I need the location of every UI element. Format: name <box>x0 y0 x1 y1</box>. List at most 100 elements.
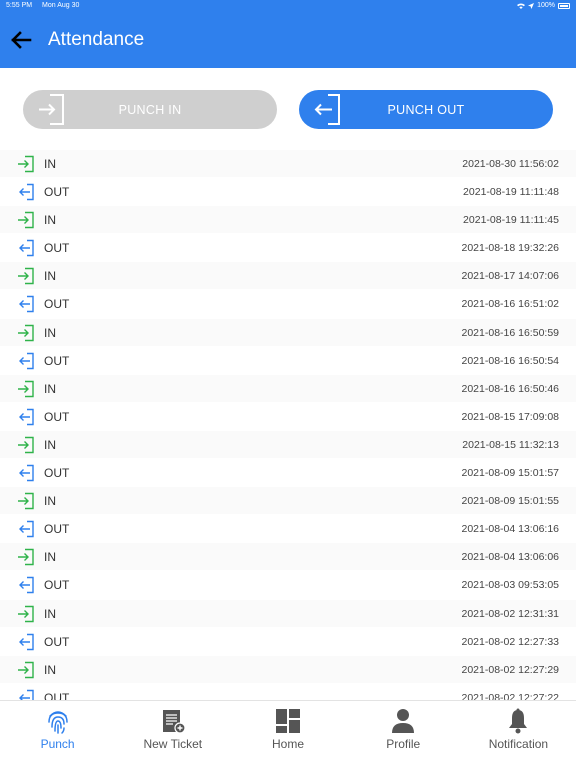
record-type: OUT <box>44 297 70 312</box>
punch-out-button[interactable]: PUNCH OUT <box>299 90 553 129</box>
attendance-row: IN 2021-08-15 11:32:13 <box>0 430 576 460</box>
tab-notification-label: Notification <box>488 737 549 751</box>
login-icon <box>18 268 34 285</box>
logout-icon <box>19 183 34 201</box>
login-icon <box>18 380 34 397</box>
record-type: IN <box>44 325 56 340</box>
attendance-row: IN 2021-08-02 12:31:31 <box>0 599 576 628</box>
logout-icon <box>19 464 34 482</box>
record-timestamp: 2021-08-02 12:27:22 <box>461 691 560 700</box>
record-type: OUT <box>44 185 70 200</box>
attendance-row: OUT 2021-08-16 16:50:54 <box>0 346 576 375</box>
attendance-row: OUT 2021-08-03 09:53:05 <box>0 571 576 600</box>
ticket-icon <box>162 710 186 734</box>
attendance-row: IN 2021-08-09 15:01:55 <box>0 487 576 516</box>
record-type: OUT <box>44 241 70 256</box>
attendance-row: IN 2021-08-19 11:11:45 <box>0 206 576 235</box>
record-type: OUT <box>44 409 70 424</box>
record-timestamp: 2021-08-16 16:50:46 <box>461 382 560 395</box>
status-bar: 5:55 PM Mon Aug 30 100% <box>0 0 576 12</box>
back-button[interactable] <box>8 28 34 52</box>
attendance-row: OUT 2021-08-04 13:06:16 <box>0 515 576 544</box>
record-type: OUT <box>44 353 70 368</box>
login-icon <box>18 324 34 341</box>
attendance-row: IN 2021-08-04 13:06:06 <box>0 543 576 572</box>
logout-icon <box>19 240 34 257</box>
record-timestamp: 2021-08-16 16:51:02 <box>461 298 560 311</box>
tab-home[interactable]: Home <box>230 701 345 768</box>
login-icon <box>18 436 34 454</box>
record-type: IN <box>44 494 56 509</box>
attendance-row: OUT 2021-08-09 15:01:57 <box>0 459 576 488</box>
logout-icon <box>19 577 34 594</box>
login-icon <box>18 492 34 510</box>
record-type: OUT <box>44 634 70 649</box>
record-type: IN <box>44 269 56 284</box>
logout-icon <box>19 352 34 369</box>
record-timestamp: 2021-08-02 12:27:29 <box>461 663 560 676</box>
tab-new-ticket[interactable]: New Ticket <box>115 701 230 768</box>
record-type: IN <box>44 662 56 677</box>
attendance-row: OUT 2021-08-02 12:27:33 <box>0 627 576 656</box>
record-type: IN <box>44 606 56 621</box>
arrow-left-icon <box>11 31 32 49</box>
fingerprint-icon <box>47 711 68 734</box>
logout-icon <box>19 633 34 650</box>
tab-punch-label: Punch <box>40 737 75 751</box>
attendance-row: IN 2021-08-30 11:56:02 <box>0 150 576 179</box>
page-title: Attendance <box>48 29 145 50</box>
logout-icon <box>19 408 34 426</box>
person-icon <box>392 709 415 733</box>
tab-new-ticket-label: New Ticket <box>143 737 203 751</box>
record-timestamp: 2021-08-19 11:11:45 <box>463 214 559 227</box>
punch-in-button[interactable]: PUNCH IN <box>23 90 277 129</box>
record-timestamp: 2021-08-16 16:50:54 <box>461 354 560 367</box>
attendance-row: IN 2021-08-16 16:50:46 <box>0 374 576 403</box>
logout-icon <box>19 521 34 538</box>
record-timestamp: 2021-08-16 16:50:59 <box>461 326 560 339</box>
record-timestamp: 2021-08-17 14:07:06 <box>461 270 560 283</box>
status-date: Mon Aug 30 <box>42 2 80 9</box>
tab-punch[interactable]: Punch <box>0 701 115 768</box>
tab-profile-label: Profile <box>386 737 421 751</box>
location-icon <box>528 3 535 9</box>
login-icon <box>18 549 34 566</box>
attendance-row: OUT 2021-08-18 19:32:26 <box>0 234 576 263</box>
record-timestamp: 2021-08-09 15:01:55 <box>461 495 560 508</box>
tab-notification[interactable]: Notification <box>461 701 576 768</box>
record-type: OUT <box>44 466 70 481</box>
login-icon <box>18 661 34 678</box>
record-type: IN <box>44 550 56 565</box>
wifi-icon <box>517 3 526 9</box>
record-type: IN <box>44 437 56 452</box>
attendance-row: IN 2021-08-17 14:07:06 <box>0 262 576 291</box>
logout-icon <box>19 689 34 700</box>
battery-percent: 100% <box>537 2 555 9</box>
record-timestamp: 2021-08-03 09:53:05 <box>461 579 560 592</box>
record-timestamp: 2021-08-02 12:31:31 <box>461 607 560 620</box>
app-header: 5:55 PM Mon Aug 30 100% Attendance <box>0 0 576 68</box>
attendance-row: OUT 2021-08-16 16:51:02 <box>0 290 576 319</box>
record-type: IN <box>44 381 56 396</box>
tab-bar: Punch New Ticket Home Profile Notificati… <box>0 700 576 768</box>
logout-icon <box>19 296 34 313</box>
record-type: OUT <box>44 522 70 537</box>
record-timestamp: 2021-08-04 13:06:16 <box>461 523 560 536</box>
record-timestamp: 2021-08-30 11:56:02 <box>462 158 559 170</box>
record-type: OUT <box>44 690 70 700</box>
attendance-row: OUT 2021-08-19 11:11:48 <box>0 178 576 207</box>
bell-icon <box>509 708 528 734</box>
attendance-row: IN 2021-08-16 16:50:59 <box>0 318 576 347</box>
record-timestamp: 2021-08-15 11:32:13 <box>462 438 559 451</box>
battery-icon <box>558 3 570 9</box>
record-timestamp: 2021-08-18 19:32:26 <box>461 242 560 255</box>
tab-profile[interactable]: Profile <box>346 701 461 768</box>
tab-home-label: Home <box>272 737 305 751</box>
grid-icon <box>276 709 300 733</box>
status-time: 5:55 PM <box>6 2 33 9</box>
record-timestamp: 2021-08-15 17:09:08 <box>461 410 560 423</box>
record-type: OUT <box>44 578 70 593</box>
record-timestamp: 2021-08-02 12:27:33 <box>461 635 560 648</box>
logout-icon <box>314 94 340 125</box>
record-type: IN <box>44 157 56 171</box>
